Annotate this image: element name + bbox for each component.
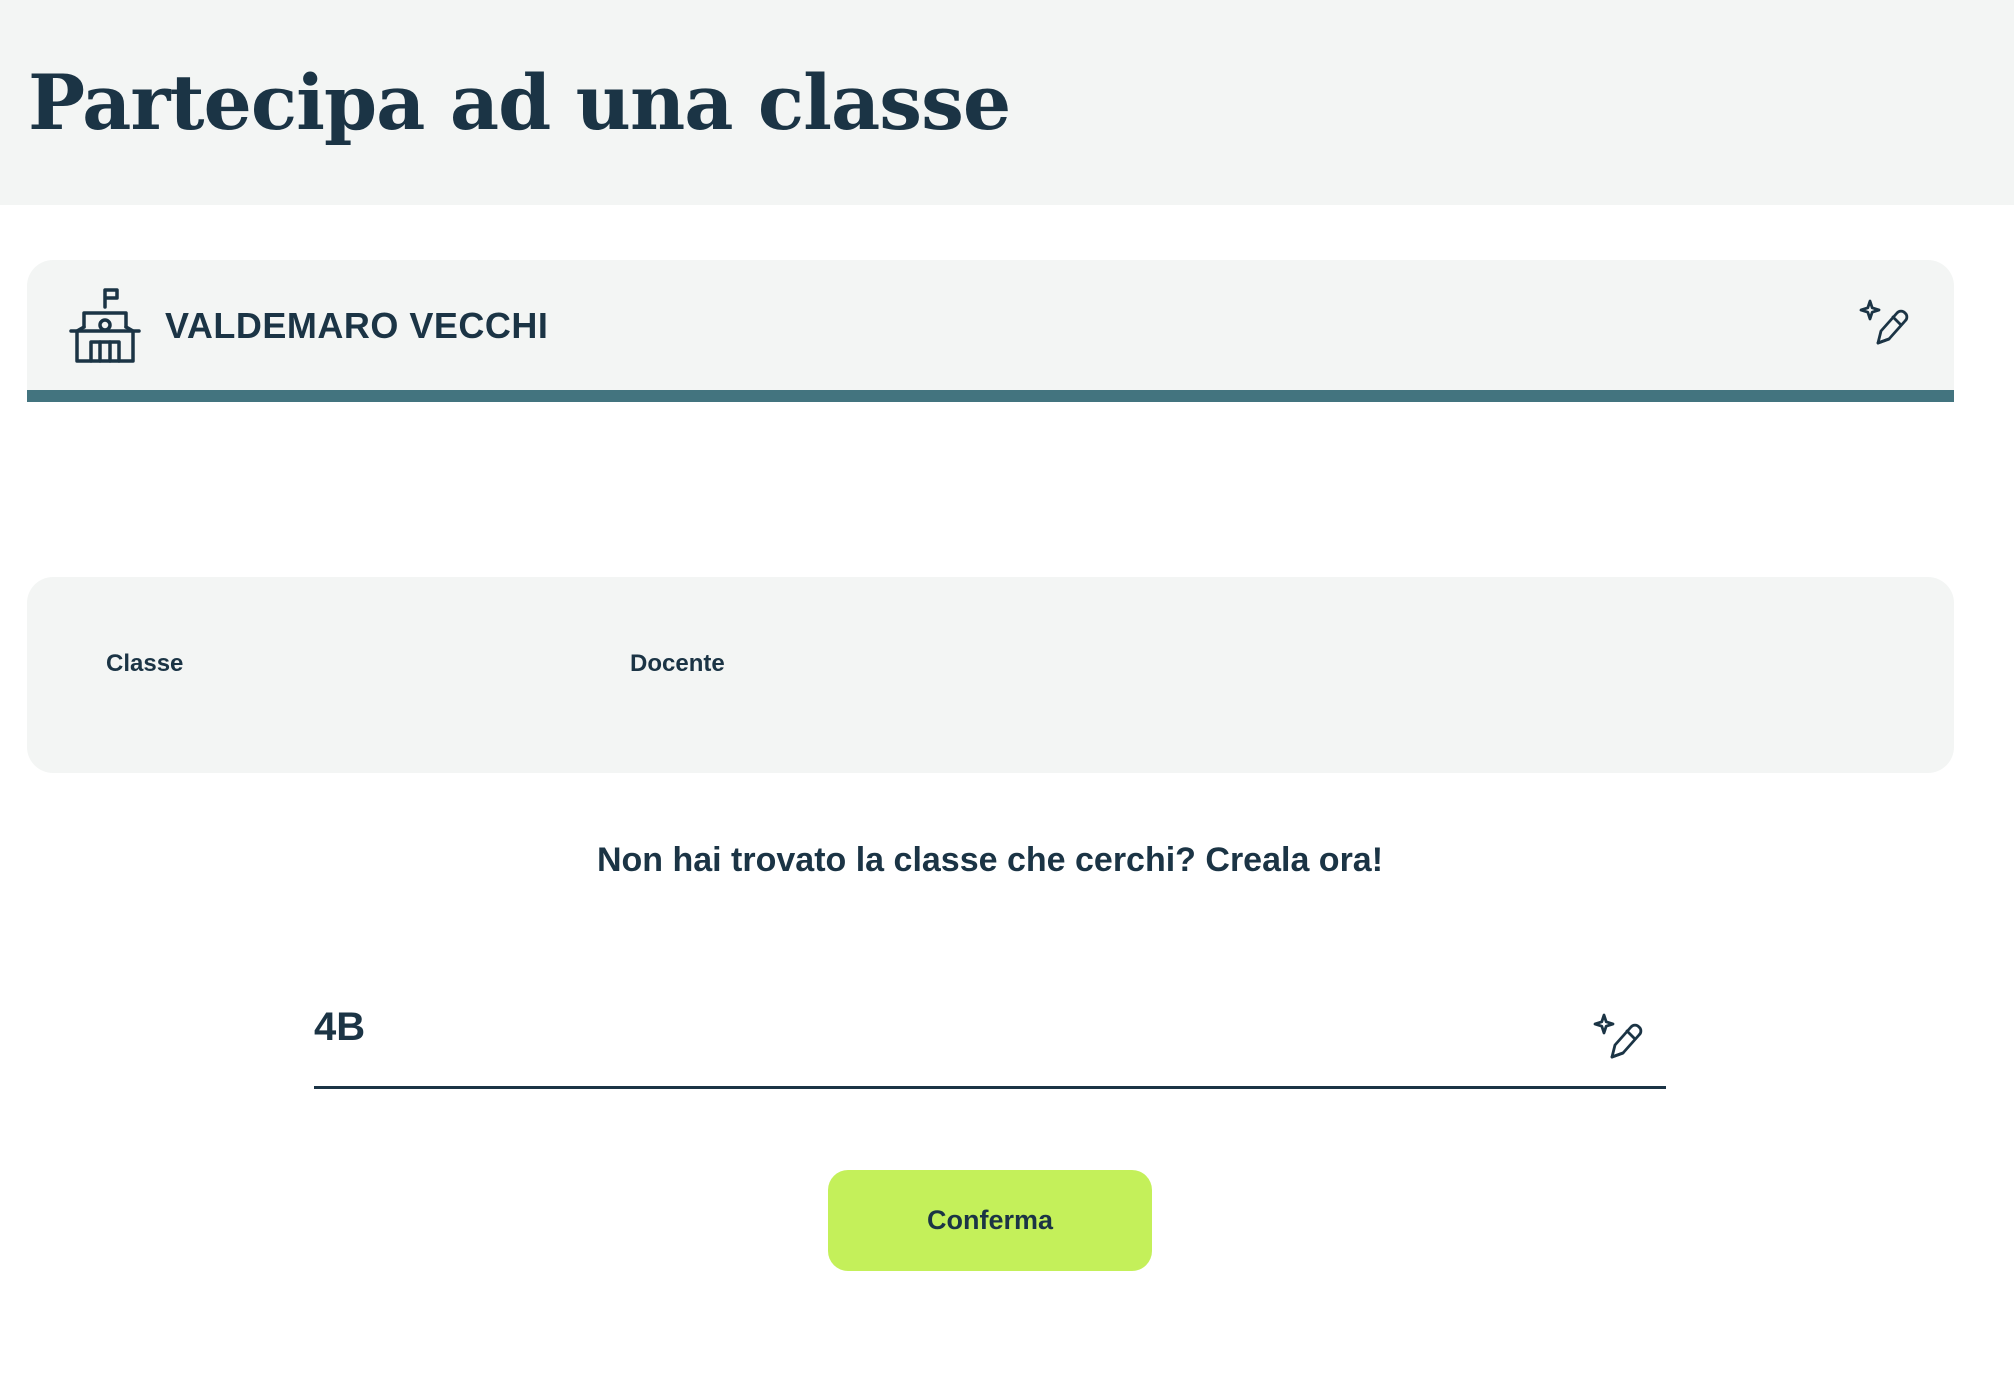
page-header: Partecipa ad una classe — [0, 0, 2014, 205]
page-title: Partecipa ad una classe — [28, 58, 1011, 147]
column-header-docente: Docente — [630, 650, 725, 677]
class-name-input[interactable] — [314, 990, 1574, 1064]
confirm-button[interactable]: Conferma — [828, 1170, 1152, 1271]
create-class-prompt: Non hai trovato la classe che cerchi? Cr… — [596, 841, 1384, 879]
accent-bar — [27, 390, 1954, 402]
school-icon — [69, 288, 141, 363]
column-header-classe: Classe — [106, 650, 184, 677]
magic-pencil-icon — [1593, 1013, 1643, 1059]
class-table: Classe Docente — [27, 577, 1954, 773]
magic-pencil-icon — [1859, 299, 1909, 345]
school-name: VALDEMARO VECCHI — [165, 305, 549, 346]
class-input-field — [314, 990, 1666, 1089]
edit-school-button[interactable] — [1859, 298, 1911, 350]
school-card: VALDEMARO VECCHI — [27, 260, 1954, 402]
input-edit-button[interactable] — [1593, 1012, 1645, 1064]
